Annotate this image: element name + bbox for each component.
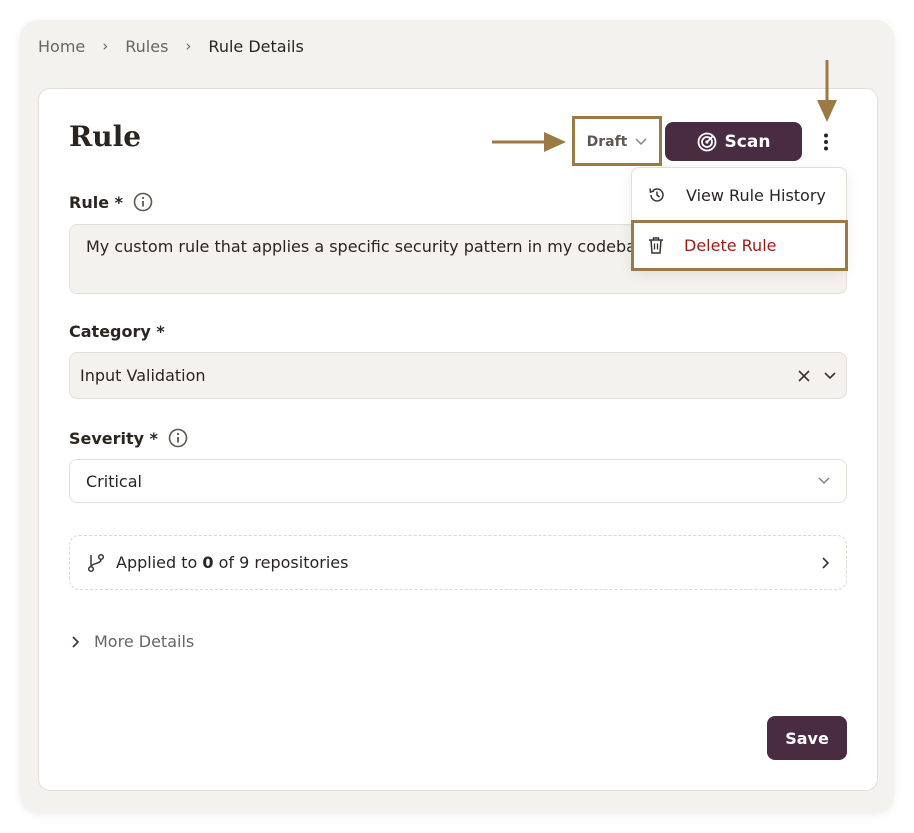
chevron-right-icon: ›: [102, 37, 109, 55]
severity-select[interactable]: Critical: [69, 459, 847, 503]
annotation-highlight: [631, 220, 848, 271]
chevron-right-icon: ›: [185, 37, 192, 55]
more-details-toggle[interactable]: More Details: [72, 632, 194, 651]
severity-label: Severity *: [69, 428, 188, 448]
repos-suffix: of 9 repositories: [213, 553, 349, 572]
breadcrumb-home[interactable]: Home: [38, 37, 85, 56]
info-icon[interactable]: [133, 192, 153, 212]
more-details-label: More Details: [94, 632, 195, 651]
branch-icon: [87, 553, 105, 572]
save-button[interactable]: Save: [767, 716, 847, 760]
radar-icon: [697, 132, 716, 151]
chevron-right-icon: [822, 556, 830, 569]
chevron-down-icon: [818, 477, 830, 485]
chevron-down-icon: [824, 371, 836, 379]
info-icon[interactable]: [168, 428, 188, 448]
applied-repositories-row[interactable]: Applied to 0 of 9 repositories: [69, 535, 847, 590]
severity-value: Critical: [86, 471, 142, 491]
category-select[interactable]: Input Validation: [69, 352, 847, 399]
rule-label-text: Rule *: [69, 192, 123, 212]
more-options-button[interactable]: [814, 128, 838, 156]
category-label: Category *: [69, 322, 165, 341]
history-icon: [649, 188, 664, 202]
breadcrumb: Home › Rules › Rule Details: [38, 34, 304, 58]
category-value: Input Validation: [80, 366, 206, 385]
arrow-annotation-icon: [492, 132, 566, 152]
menu-item-view-history[interactable]: View Rule History: [632, 170, 848, 220]
clear-icon[interactable]: [798, 369, 810, 382]
chevron-right-icon: [72, 635, 80, 648]
menu-item-label: View Rule History: [686, 185, 826, 205]
rule-label: Rule *: [69, 192, 153, 212]
repos-count: 0: [202, 553, 214, 572]
annotation-highlight: [572, 116, 662, 166]
breadcrumb-current: Rule Details: [208, 36, 304, 56]
page-title: Rule: [69, 120, 142, 153]
breadcrumb-rules[interactable]: Rules: [125, 37, 168, 56]
scan-button[interactable]: Scan: [665, 122, 802, 161]
arrow-annotation-icon: [817, 60, 837, 122]
kebab-icon: [824, 133, 828, 151]
severity-label-text: Severity *: [69, 428, 159, 448]
scan-label: Scan: [724, 131, 771, 152]
repos-prefix: Applied to: [116, 553, 203, 572]
repositories-text: Applied to 0 of 9 repositories: [116, 553, 812, 572]
